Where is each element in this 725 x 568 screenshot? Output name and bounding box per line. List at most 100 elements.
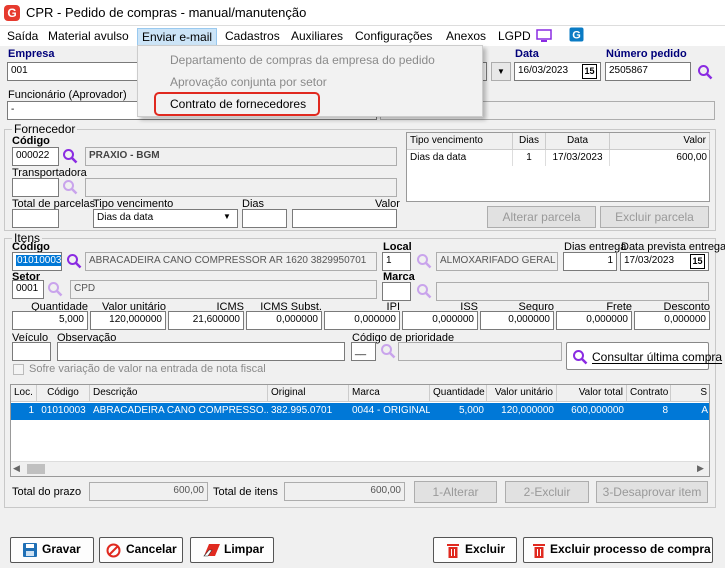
- grid-header: S: [671, 385, 709, 402]
- variacao-label: Sofre variação de valor na entrada de no…: [29, 363, 266, 375]
- menu-auxiliares[interactable]: Auxiliares: [287, 28, 347, 46]
- desconto-input[interactable]: 0,000000: [634, 311, 710, 330]
- consultar-label: Consultar última compra: [592, 350, 723, 364]
- frete-value: 0,000000: [586, 314, 628, 325]
- menu-item-departamento[interactable]: Departamento de compras da empresa do pe…: [170, 53, 435, 67]
- tipo-venc-select[interactable]: Dias da data: [93, 209, 238, 228]
- parcelas-input[interactable]: [12, 209, 59, 228]
- data-label: Data: [515, 48, 539, 60]
- menu-lgpd[interactable]: LGPD: [494, 28, 535, 46]
- search-icon[interactable]: [62, 179, 78, 195]
- excluir-processo-label: Excluir processo de compra: [550, 542, 711, 556]
- monitor-icon[interactable]: [536, 29, 552, 43]
- app-shortcut-icon[interactable]: G: [569, 27, 584, 42]
- grid-cell: 600,00: [676, 152, 707, 163]
- enviar-email-dropdown: Departamento de compras da empresa do pe…: [137, 45, 483, 117]
- scroll-thumb[interactable]: [27, 464, 45, 474]
- scroll-right-icon[interactable]: ▶: [697, 463, 704, 474]
- numero-pedido-value: 2505867: [609, 65, 648, 76]
- search-icon[interactable]: [62, 148, 78, 164]
- chevron-down-icon[interactable]: ▼: [223, 212, 231, 221]
- itens-grid[interactable]: Loc. Código Descrição Original Marca Qua…: [10, 384, 710, 477]
- frete-input[interactable]: 0,000000: [556, 311, 632, 330]
- excluir-parcela-button[interactable]: Excluir parcela: [600, 206, 709, 228]
- search-icon[interactable]: [47, 281, 63, 297]
- grid-cell: A: [701, 405, 708, 416]
- alterar-item-button[interactable]: 1-Alterar: [414, 481, 497, 503]
- empresa-dropdown[interactable]: ▼: [491, 62, 511, 81]
- grid-header: Data: [546, 133, 610, 150]
- gravar-button[interactable]: Gravar: [10, 537, 94, 563]
- cancel-icon: [106, 543, 121, 558]
- transportadora-desc: [85, 178, 397, 197]
- icms-subst-input[interactable]: 0,000000: [246, 311, 322, 330]
- seguro-input[interactable]: 0,000000: [480, 311, 554, 330]
- highlight-box: [154, 92, 320, 116]
- forn-codigo-input[interactable]: 000022: [12, 147, 59, 166]
- icms-input[interactable]: 21,600000: [168, 311, 244, 330]
- menu-material-avulso[interactable]: Material avulso: [44, 28, 133, 46]
- excluir-button[interactable]: Excluir: [433, 537, 517, 563]
- excluir-processo-button[interactable]: Excluir processo de compra: [523, 537, 713, 563]
- observacao-input[interactable]: [57, 342, 345, 361]
- valor-unitario-input[interactable]: 120,000000: [90, 311, 166, 330]
- excluir-item-button[interactable]: 2-Excluir: [505, 481, 589, 503]
- search-icon[interactable]: [66, 253, 82, 269]
- local-input[interactable]: 1: [382, 252, 411, 271]
- veiculo-input[interactable]: [12, 342, 51, 361]
- window-title: CPR - Pedido de compras - manual/manuten…: [26, 5, 307, 20]
- dias-entrega-value: 1: [607, 255, 613, 266]
- variacao-checkbox[interactable]: [13, 364, 24, 375]
- setor-input[interactable]: 0001: [12, 280, 44, 299]
- menu-enviar-email[interactable]: Enviar e-mail: [137, 28, 218, 46]
- prioridade-input[interactable]: __: [351, 342, 376, 361]
- dias-input[interactable]: [242, 209, 287, 228]
- grid-cell: 1: [513, 150, 546, 166]
- cancelar-label: Cancelar: [126, 542, 177, 556]
- menu-anexos[interactable]: Anexos: [442, 28, 490, 46]
- grid-header: Valor: [610, 133, 710, 150]
- search-icon[interactable]: [697, 64, 713, 80]
- desconto-value: 0,000000: [664, 314, 706, 325]
- dias-entrega-input[interactable]: 1: [563, 252, 617, 271]
- fornecedor-title: Fornecedor: [12, 122, 78, 136]
- table-row[interactable]: 1 01010003 ABRACADEIRA CANO COMPRESSO...…: [11, 403, 709, 420]
- quantidade-input[interactable]: 5,000: [12, 311, 88, 330]
- consultar-ultima-compra-button[interactable]: Consultar última compra: [566, 342, 722, 370]
- grid-header: Código: [37, 385, 90, 402]
- total-prazo-label: Total do prazo: [12, 486, 82, 498]
- valor-input[interactable]: [292, 209, 397, 228]
- item-codigo-input[interactable]: 01010003: [12, 252, 62, 271]
- grid-cell: 382.995.0701: [271, 405, 333, 416]
- transportadora-input[interactable]: [12, 178, 59, 197]
- marca-input[interactable]: [382, 282, 411, 301]
- search-icon[interactable]: [416, 253, 432, 269]
- grid-cell: Dias da data: [407, 150, 513, 166]
- numero-pedido-input[interactable]: 2505867: [605, 62, 691, 81]
- quantidade-value: 5,000: [58, 314, 84, 325]
- menu-cadastros[interactable]: Cadastros: [221, 28, 284, 46]
- menu-item-aprovacao[interactable]: Aprovação conjunta por setor: [170, 75, 327, 89]
- search-icon[interactable]: [416, 283, 432, 299]
- alterar-parcela-button[interactable]: Alterar parcela: [487, 206, 596, 228]
- desaprovar-item-button[interactable]: 3-Desaprovar item: [596, 481, 708, 503]
- total-prazo-value: 600,00: [89, 482, 208, 501]
- horizontal-scrollbar[interactable]: ◀ ▶: [11, 461, 709, 476]
- calendar-icon[interactable]: 15: [582, 64, 597, 79]
- menu-configuracoes[interactable]: Configurações: [351, 28, 436, 46]
- forn-nome: PRAXIO - BGM: [85, 147, 397, 166]
- menu-saida[interactable]: Saída: [3, 28, 42, 46]
- search-icon[interactable]: [380, 343, 396, 359]
- total-itens-label: Total de itens: [213, 486, 278, 498]
- calendar-icon[interactable]: 15: [690, 254, 705, 269]
- iss-input[interactable]: 0,000000: [402, 311, 478, 330]
- scroll-left-icon[interactable]: ◀: [13, 463, 20, 474]
- parcelas-grid[interactable]: Tipo vencimento Dias Data Valor Dias da …: [406, 132, 710, 202]
- cancelar-button[interactable]: Cancelar: [99, 537, 183, 563]
- limpar-label: Limpar: [224, 542, 265, 556]
- limpar-button[interactable]: Limpar: [190, 537, 274, 563]
- ipi-input[interactable]: 0,000000: [324, 311, 400, 330]
- grid-header: Marca: [349, 385, 430, 402]
- ipi-value: 0,000000: [354, 314, 396, 325]
- grid-header: Tipo vencimento: [407, 133, 513, 150]
